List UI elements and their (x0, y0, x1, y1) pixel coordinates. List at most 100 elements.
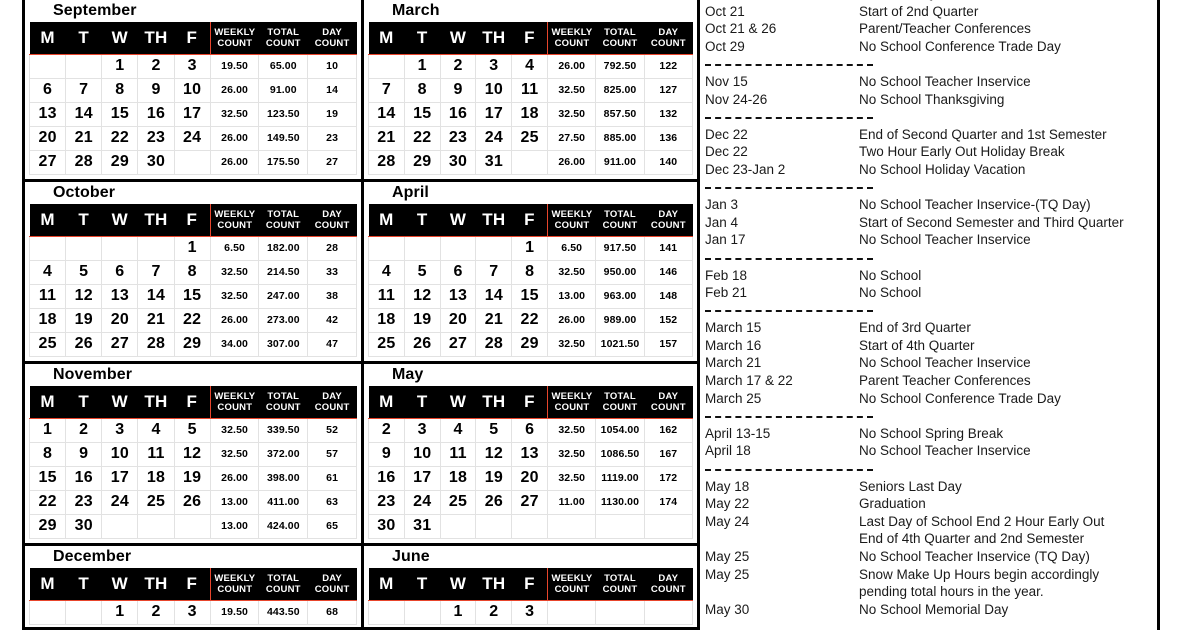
day-cell-empty[interactable] (137, 513, 175, 539)
day-cell[interactable]: 20 (101, 307, 139, 333)
day-cell[interactable]: 15 (28, 465, 67, 491)
day-cell[interactable]: 26 (403, 331, 441, 357)
day-cell[interactable]: 26 (475, 489, 513, 515)
day-cell[interactable]: 22 (403, 125, 441, 151)
day-cell[interactable]: 25 (137, 489, 175, 515)
day-cell[interactable]: 7 (65, 77, 103, 103)
day-cell[interactable]: 28 (475, 331, 513, 357)
day-cell[interactable]: 8 (511, 259, 549, 285)
day-cell[interactable]: 23 (65, 489, 103, 515)
day-cell[interactable]: 26 (65, 331, 103, 357)
day-cell[interactable]: 15 (173, 283, 211, 309)
day-cell[interactable]: 29 (511, 331, 549, 357)
day-cell[interactable]: 17 (475, 101, 513, 127)
day-cell[interactable]: 1 (28, 417, 67, 443)
day-cell[interactable]: 22 (28, 489, 67, 515)
day-cell[interactable]: 8 (28, 441, 67, 467)
day-cell[interactable]: 2 (137, 599, 175, 625)
day-cell[interactable]: 4 (439, 417, 477, 443)
day-cell[interactable]: 2 (65, 417, 103, 443)
day-cell[interactable]: 14 (65, 101, 103, 127)
day-cell[interactable]: 24 (475, 125, 513, 151)
day-cell-empty[interactable] (28, 53, 67, 79)
day-cell[interactable]: 19 (475, 465, 513, 491)
day-cell[interactable]: 19 (173, 465, 211, 491)
day-cell[interactable]: 4 (368, 259, 405, 285)
day-cell[interactable]: 15 (403, 101, 441, 127)
day-cell[interactable]: 16 (368, 465, 405, 491)
day-cell[interactable]: 27 (511, 489, 549, 515)
day-cell[interactable]: 3 (511, 599, 549, 625)
day-cell[interactable]: 1 (439, 599, 477, 625)
day-cell[interactable]: 1 (511, 235, 549, 261)
day-cell[interactable]: 16 (439, 101, 477, 127)
day-cell[interactable]: 13 (439, 283, 477, 309)
day-cell-empty[interactable] (137, 235, 175, 261)
day-cell[interactable]: 13 (511, 441, 549, 467)
day-cell[interactable]: 2 (475, 599, 513, 625)
day-cell[interactable]: 28 (137, 331, 175, 357)
day-cell[interactable]: 18 (511, 101, 549, 127)
day-cell[interactable]: 9 (439, 77, 477, 103)
day-cell-empty[interactable] (475, 235, 513, 261)
day-cell[interactable]: 28 (368, 149, 405, 175)
day-cell[interactable]: 30 (439, 149, 477, 175)
day-cell[interactable]: 3 (475, 53, 513, 79)
day-cell[interactable]: 18 (137, 465, 175, 491)
day-cell[interactable]: 10 (173, 77, 211, 103)
day-cell[interactable]: 14 (368, 101, 405, 127)
day-cell[interactable]: 27 (28, 149, 67, 175)
day-cell[interactable]: 25 (28, 331, 67, 357)
day-cell[interactable]: 14 (137, 283, 175, 309)
day-cell[interactable]: 18 (439, 465, 477, 491)
day-cell[interactable]: 24 (173, 125, 211, 151)
day-cell[interactable]: 4 (28, 259, 67, 285)
day-cell[interactable]: 12 (403, 283, 441, 309)
day-cell[interactable]: 11 (28, 283, 67, 309)
day-cell-empty[interactable] (368, 53, 405, 79)
day-cell[interactable]: 17 (173, 101, 211, 127)
day-cell[interactable]: 21 (368, 125, 405, 151)
day-cell[interactable]: 30 (368, 513, 405, 539)
day-cell[interactable]: 15 (511, 283, 549, 309)
day-cell-empty[interactable] (28, 599, 67, 625)
day-cell[interactable]: 14 (475, 283, 513, 309)
day-cell[interactable]: 11 (137, 441, 175, 467)
day-cell[interactable]: 28 (65, 149, 103, 175)
day-cell[interactable]: 12 (475, 441, 513, 467)
day-cell[interactable]: 6 (511, 417, 549, 443)
day-cell[interactable]: 5 (403, 259, 441, 285)
day-cell[interactable]: 16 (65, 465, 103, 491)
day-cell[interactable]: 20 (439, 307, 477, 333)
day-cell[interactable]: 2 (137, 53, 175, 79)
day-cell[interactable]: 24 (101, 489, 139, 515)
day-cell[interactable]: 12 (65, 283, 103, 309)
day-cell[interactable]: 17 (403, 465, 441, 491)
day-cell-empty[interactable] (368, 599, 405, 625)
day-cell[interactable]: 29 (28, 513, 67, 539)
day-cell[interactable]: 1 (173, 235, 211, 261)
day-cell[interactable]: 22 (101, 125, 139, 151)
day-cell-empty[interactable] (101, 513, 139, 539)
day-cell[interactable]: 4 (511, 53, 549, 79)
day-cell[interactable]: 24 (403, 489, 441, 515)
day-cell[interactable]: 17 (101, 465, 139, 491)
day-cell[interactable]: 23 (439, 125, 477, 151)
day-cell[interactable]: 8 (403, 77, 441, 103)
day-cell-empty[interactable] (65, 53, 103, 79)
day-cell[interactable]: 3 (173, 599, 211, 625)
day-cell-empty[interactable] (65, 599, 103, 625)
day-cell[interactable]: 2 (439, 53, 477, 79)
day-cell[interactable]: 21 (65, 125, 103, 151)
day-cell[interactable]: 25 (439, 489, 477, 515)
day-cell-empty[interactable] (403, 599, 441, 625)
day-cell[interactable]: 3 (173, 53, 211, 79)
day-cell[interactable]: 3 (403, 417, 441, 443)
day-cell-empty[interactable] (439, 513, 477, 539)
day-cell-empty[interactable] (101, 235, 139, 261)
day-cell[interactable]: 31 (403, 513, 441, 539)
day-cell[interactable]: 29 (403, 149, 441, 175)
day-cell[interactable]: 8 (173, 259, 211, 285)
day-cell[interactable]: 20 (511, 465, 549, 491)
day-cell[interactable]: 16 (137, 101, 175, 127)
